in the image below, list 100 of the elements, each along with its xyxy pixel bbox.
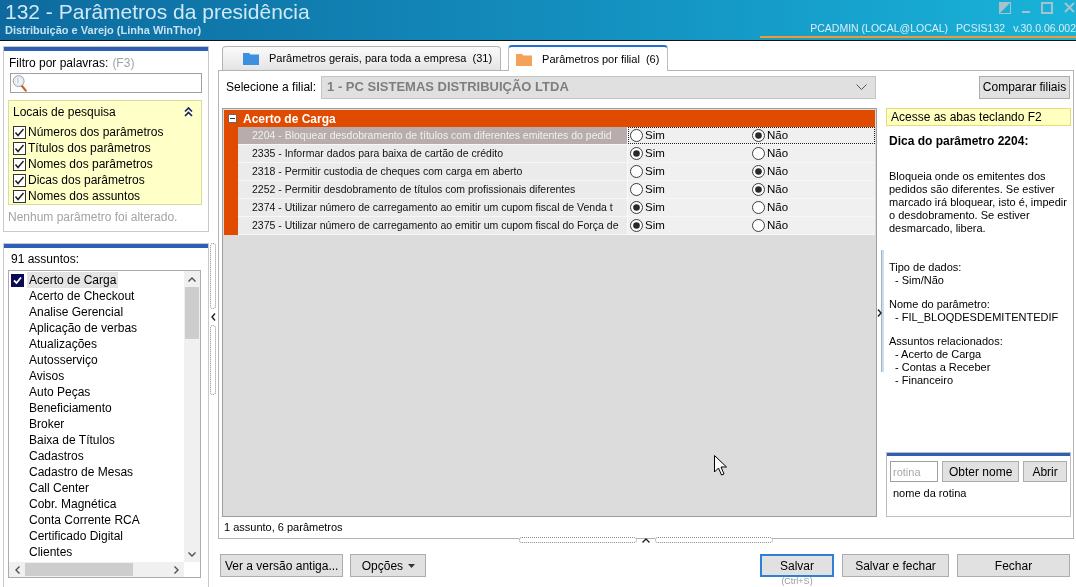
help-title: Dica do parâmetro 2204: [888,134,1030,149]
help-section-heading: Assuntos relacionados: [888,335,1004,348]
footer-button[interactable]: Ver a versão antiga... [220,554,344,577]
radio-button-icon[interactable] [630,219,643,232]
radio-option[interactable]: Não [750,216,872,235]
radio-button-icon[interactable] [752,147,765,160]
checkbox-icon[interactable] [13,173,26,187]
radio-button-icon[interactable] [752,129,765,142]
filter-label: Filtro por palavras: [9,56,109,70]
checkbox-option[interactable]: Nomes dos assuntos [13,188,197,204]
parameter-title[interactable]: 2374 - Utilizar número de carregamento ao emitir um cupom fiscal de Venda t [238,199,628,216]
help-description: Bloqueia onde os emitentes dos pedidos são diferentes. Se estiver marcado irá bloquear, isto é, impedir o desdobramento. Se estiver desmarcado, libera. [888,170,1068,235]
compare-branches-button[interactable]: Comparar filiais [979,75,1070,99]
splitter-handle[interactable] [654,537,773,543]
window-subtitle: Distribuição e Varejo (Linha WinThor) [5,24,203,37]
chevron-left-icon[interactable] [210,313,216,321]
radio-button-icon[interactable] [630,201,643,214]
subject-item[interactable]: Autosserviço [27,352,100,368]
radio-option[interactable]: Não [750,198,872,217]
open-button[interactable]: Abrir [1023,461,1067,482]
branch-label: Selecione a filial: [226,79,317,96]
checkbox-option[interactable]: Números dos parâmetros [13,124,197,140]
chevron-right-icon[interactable] [877,309,882,317]
search-icon [12,74,28,92]
scrollbar-thumb[interactable] [185,287,199,339]
footer-button[interactable]: Fechar [957,554,1070,577]
help-section-heading: Nome do parâmetro: [888,298,991,311]
radio-option[interactable]: Não [750,144,872,163]
radio-option[interactable]: Sim [628,216,750,235]
help-section-item: - FIL_BLOQDESDEMITENTEDIF [894,311,1060,324]
help-section-item: - Acerto de Carga [894,348,983,361]
version-label: v.30.0.06.002 [1013,22,1076,35]
subject-item[interactable]: Aplicação de verbas [27,320,140,336]
shortcut-note: Acesse as abas teclando F2 [886,108,1071,126]
routine-field[interactable]: rotina [890,461,938,482]
chevron-down-icon [188,551,196,557]
tab[interactable]: Parâmetros por filial (6) [508,45,669,71]
chevron-left-icon [14,565,20,574]
radio-button-icon[interactable] [752,165,765,178]
checkbox-icon[interactable] [13,141,26,155]
subjects-count: 91 assuntos: [10,252,81,266]
radio-option[interactable]: Não [750,180,872,199]
radio-option[interactable]: Sim [628,162,750,181]
radio-button-icon[interactable] [630,129,643,142]
radio-button-icon[interactable] [630,147,643,160]
radio-button-icon[interactable] [752,183,765,196]
shortcut-hint: (F3) [112,56,135,70]
collapse-icon[interactable] [228,114,237,123]
subject-item[interactable]: Cobr. Magnética [27,496,119,512]
radio-option[interactable]: Não [750,162,872,181]
parameter-title[interactable]: 2318 - Permitir custodia de cheques com carga em aberto [238,163,628,180]
mouse-pointer-icon [714,455,727,476]
get-name-button[interactable]: Obter nome [942,461,1020,482]
footer-button[interactable]: Opções [350,554,427,577]
routine-code: PCSIS132 [956,22,1006,35]
checkbox-icon[interactable] [11,273,24,287]
radio-button-icon[interactable] [752,201,765,214]
subject-item[interactable]: Auto Peças [27,384,93,400]
radio-option[interactable]: Não [750,126,872,145]
checkbox-option[interactable]: Títulos dos parâmetros [13,140,197,156]
radio-option[interactable]: Sim [628,144,750,163]
scrollbar-thumb[interactable] [25,563,133,576]
routine-name-label: nome da rotina [892,487,968,500]
chevron-right-icon [173,565,179,574]
group-title: Acerto de Carga [243,110,336,128]
radio-option[interactable]: Sim [628,180,750,199]
parameter-title[interactable]: 2375 - Utilizar número de carregamento ao emitir um cupom fiscal do Força de [238,217,628,234]
radio-option[interactable]: Sim [628,126,750,145]
subject-item[interactable]: Atualizações [27,336,100,352]
status-message: Nenhum parâmetro foi alterado. [7,210,179,224]
radio-button-icon[interactable] [630,183,643,196]
splitter-handle[interactable] [518,537,637,543]
checkbox-icon[interactable] [13,125,26,139]
radio-option[interactable]: Sim [628,198,750,217]
tab[interactable]: Parâmetros gerais, para toda a empresa (31) [222,46,502,70]
subject-item[interactable]: Certificado Digital [27,528,126,544]
splitter-handle[interactable] [881,250,884,372]
checkbox-icon[interactable] [13,189,26,203]
radio-button-icon[interactable] [752,219,765,232]
parameter-title[interactable]: 2252 - Permitir desdobramento de títulos com profissionais diferentes [238,181,628,198]
checkbox-icon[interactable] [13,157,26,171]
help-section-item: - Financeiro [894,374,955,387]
footer-button[interactable]: Salvar [760,554,834,577]
checkbox-option[interactable]: Dicas dos parâmetros [13,172,197,188]
help-section-heading: Tipo de dados: [888,261,963,274]
subject-item[interactable]: Acerto de Carga [27,272,119,288]
parameter-title[interactable]: 2335 - Informar dados para baixa de cartão de crédito [238,145,628,162]
help-section-item: - Sim/Não [894,274,945,287]
collapse-icon[interactable] [184,107,193,117]
footer-button[interactable]: Salvar e fechar [842,554,949,577]
chevron-up-icon [188,276,196,282]
checkbox-option[interactable]: Nomes dos parâmetros [13,156,197,172]
search-locations-title: Locais de pesquisa [13,104,116,121]
user-label: PCADMIN (LOCAL@LOCAL) [810,22,949,35]
radio-button-icon[interactable] [630,165,643,178]
window-title: 132 - Parâmetros da presidência [5,0,310,24]
chevron-up-icon[interactable] [641,537,650,543]
summary-label: 1 assunto, 6 parâmetros [223,520,344,534]
search-field[interactable] [10,73,202,93]
shortcut-hint: (Ctrl+S) [781,577,813,585]
